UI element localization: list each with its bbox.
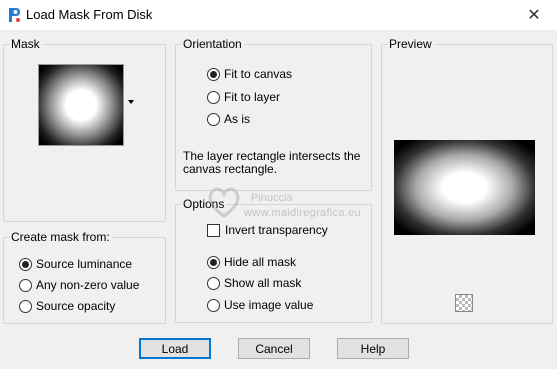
title-bar: Load Mask From Disk ✕ xyxy=(0,0,557,30)
radio-use-image-value-label: Use image value xyxy=(224,298,314,312)
orientation-label: Orientation xyxy=(181,37,244,51)
radio-source-luminance-label: Source luminance xyxy=(36,257,133,271)
mask-group-label: Mask xyxy=(9,37,42,51)
mask-dropdown-arrow-icon[interactable] xyxy=(128,100,134,104)
invert-transparency-checkbox[interactable] xyxy=(207,223,220,237)
radio-as-is-label: As is xyxy=(224,112,251,126)
radio-source-opacity-indicator[interactable] xyxy=(19,299,32,313)
radio-fit-to-canvas-label: Fit to canvas xyxy=(224,67,293,81)
radio-use-image-value[interactable]: Use image value xyxy=(207,297,313,313)
create-mask-from-label: Create mask from: xyxy=(9,230,112,244)
radio-fit-to-layer[interactable]: Fit to layer xyxy=(207,89,280,105)
load-button[interactable]: Load xyxy=(139,338,211,359)
radio-any-non-zero-value[interactable]: Any non-zero value xyxy=(19,277,139,293)
radio-use-image-value-indicator[interactable] xyxy=(207,298,220,312)
radio-source-opacity[interactable]: Source opacity xyxy=(19,298,115,314)
radio-as-is-indicator[interactable] xyxy=(207,112,220,126)
radio-hide-all-mask-label: Hide all mask xyxy=(224,255,297,269)
radio-fit-to-canvas-indicator[interactable] xyxy=(207,67,220,81)
preview-image xyxy=(394,140,535,235)
radio-show-all-mask-label: Show all mask xyxy=(224,276,302,290)
radio-any-non-zero-value-label: Any non-zero value xyxy=(36,278,140,292)
radio-hide-all-mask[interactable]: Hide all mask xyxy=(207,254,296,270)
radio-fit-to-layer-label: Fit to layer xyxy=(224,90,281,104)
radio-show-all-mask[interactable]: Show all mask xyxy=(207,275,301,291)
checkbox-invert-transparency[interactable]: Invert transparency xyxy=(207,222,328,238)
radio-source-luminance[interactable]: Source luminance xyxy=(19,256,132,272)
radio-source-luminance-indicator[interactable] xyxy=(19,257,32,271)
close-icon: ✕ xyxy=(527,7,541,24)
cancel-button[interactable]: Cancel xyxy=(238,338,310,359)
orientation-info-text: The layer rectangle intersects the canva… xyxy=(183,149,361,176)
watermark-name: Pinuccia xyxy=(251,192,293,204)
radio-any-non-zero-value-indicator[interactable] xyxy=(19,278,32,292)
radio-show-all-mask-indicator[interactable] xyxy=(207,276,220,290)
radio-fit-to-layer-indicator[interactable] xyxy=(207,90,220,104)
transparency-checker-icon[interactable] xyxy=(455,294,473,312)
options-label: Options xyxy=(181,197,227,211)
radio-source-opacity-label: Source opacity xyxy=(36,299,116,313)
invert-transparency-label: Invert transparency xyxy=(225,223,328,237)
radio-as-is[interactable]: As is xyxy=(207,111,250,127)
radio-fit-to-canvas[interactable]: Fit to canvas xyxy=(207,66,292,82)
close-button[interactable]: ✕ xyxy=(511,0,557,30)
paintshop-app-icon xyxy=(9,8,20,22)
mask-thumbnail[interactable] xyxy=(38,64,124,146)
preview-label: Preview xyxy=(387,37,434,51)
help-button[interactable]: Help xyxy=(337,338,409,359)
window-title: Load Mask From Disk xyxy=(26,7,153,22)
radio-hide-all-mask-indicator[interactable] xyxy=(207,255,220,269)
